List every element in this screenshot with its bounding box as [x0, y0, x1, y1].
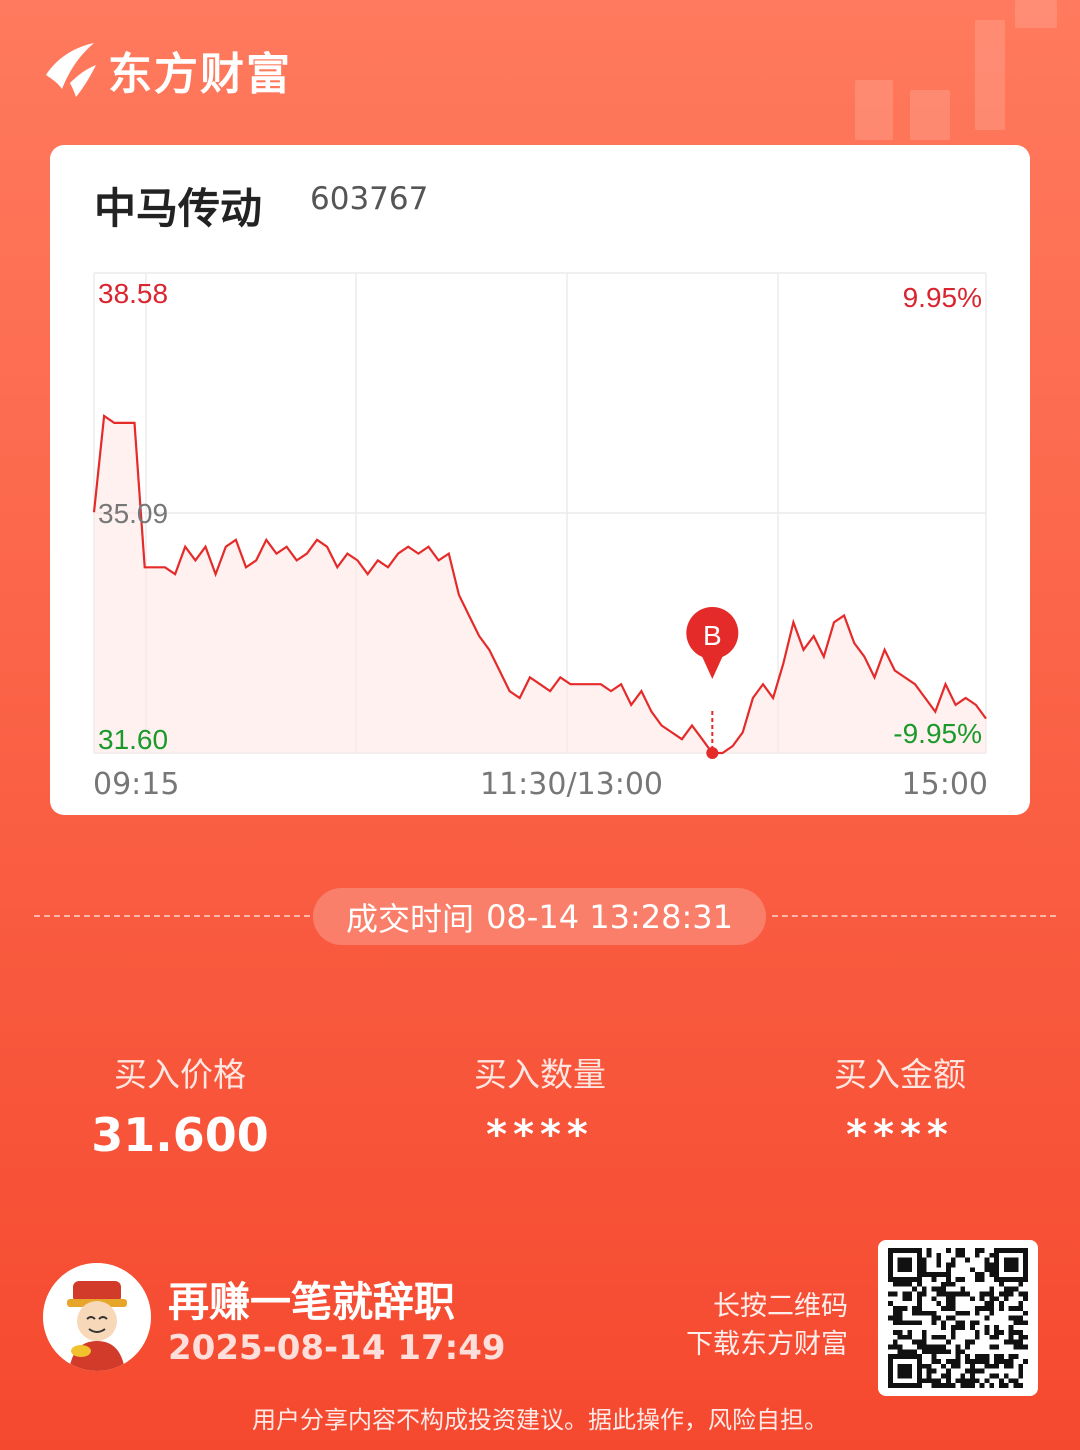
price-area-fill	[94, 416, 986, 753]
caishen-avatar-icon	[43, 1263, 151, 1371]
trade-time-pill: 成交时间 08-14 13:28:31	[313, 888, 766, 945]
qr-code-icon	[888, 1248, 1028, 1388]
stat-buy-quantity: 买入数量 ****	[400, 1048, 680, 1158]
brand-name: 东方财富	[108, 49, 292, 100]
divider-right	[772, 915, 1056, 917]
qr-hint-line2: 下载东方财富	[686, 1329, 848, 1360]
qr-hint-line1: 长按二维码	[713, 1291, 848, 1322]
time-label-open: 09:15	[93, 767, 180, 802]
decorative-candle	[910, 90, 950, 140]
disclaimer: 用户分享内容不构成投资建议。据此操作，风险自担。	[252, 1406, 828, 1434]
time-label-midday: 11:30/13:00	[480, 767, 664, 802]
download-qr-code[interactable]	[878, 1240, 1038, 1396]
time-label-close: 15:00	[901, 767, 988, 802]
buy-marker-label: B	[703, 620, 722, 651]
trade-time-row: 成交时间 08-14 13:28:31	[0, 885, 1080, 947]
stat-value-masked: ****	[846, 1112, 954, 1158]
brand-logo: 东方财富	[40, 38, 292, 102]
stock-name: 中马传动	[94, 184, 263, 233]
buy-marker-dot	[706, 747, 719, 759]
divider-left	[34, 915, 310, 917]
decorative-candle	[975, 20, 1005, 130]
decorative-candle	[855, 80, 893, 140]
pct-min-label: -9.95%	[893, 718, 982, 749]
price-mid-label: 35.09	[98, 498, 168, 529]
stat-buy-amount: 买入金额 ****	[760, 1048, 1040, 1158]
stat-label: 买入价格	[114, 1055, 246, 1094]
stock-card: 中马传动 603767 B 38.58 35.09 31.60 9.95% -9…	[50, 145, 1030, 815]
price-min-label: 31.60	[98, 724, 168, 755]
stat-value: 31.600	[91, 1108, 269, 1162]
stat-label: 买入数量	[474, 1055, 606, 1094]
user-avatar	[43, 1263, 151, 1371]
stat-label: 买入金额	[834, 1055, 966, 1094]
stat-buy-price: 买入价格 31.600	[40, 1048, 320, 1162]
east-money-logo-icon	[46, 43, 96, 97]
share-date: 2025-08-14 17:49	[168, 1328, 506, 1368]
user-slogan: 再赚一笔就辞职	[168, 1278, 455, 1326]
decorative-candle	[1015, 0, 1057, 28]
intraday-chart: B 38.58 35.09 31.60 9.95% -9.95%	[92, 272, 987, 759]
trade-time-value: 08-14 13:28:31	[486, 897, 733, 936]
stock-code: 603767	[310, 181, 429, 217]
trade-time-label: 成交时间	[346, 899, 475, 938]
stat-value-masked: ****	[486, 1112, 594, 1158]
price-max-label: 38.58	[98, 278, 168, 309]
pct-max-label: 9.95%	[903, 282, 982, 313]
